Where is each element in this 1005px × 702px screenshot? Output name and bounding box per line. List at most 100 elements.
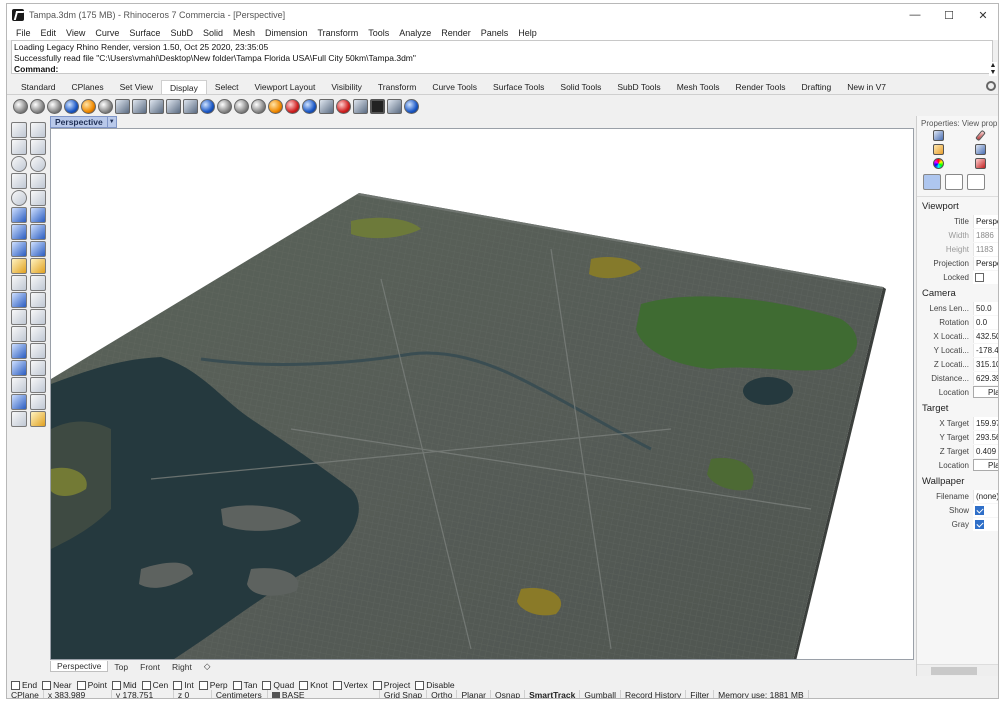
light-icon[interactable] [268, 98, 283, 114]
osnap-project[interactable]: Project [372, 680, 410, 690]
y-location-field[interactable]: -178.48 [973, 343, 998, 357]
trim-icon[interactable] [11, 275, 27, 291]
tab-surface-tools[interactable]: Surface Tools [485, 80, 552, 94]
osnap-tan[interactable]: Tan [232, 680, 257, 690]
folder-icon[interactable] [933, 144, 944, 155]
panel-horizontal-scrollbar[interactable] [917, 664, 998, 676]
zebra-icon[interactable] [285, 98, 300, 114]
tab-render-tools[interactable]: Render Tools [728, 80, 794, 94]
clipping-icon[interactable] [319, 98, 334, 114]
analyze-icon[interactable] [11, 394, 27, 410]
layer-icon[interactable] [11, 411, 27, 427]
menu-help[interactable]: Help [513, 28, 542, 38]
tab-standard[interactable]: Standard [13, 80, 64, 94]
pen-properties-icon[interactable] [975, 129, 986, 142]
polyline-icon[interactable] [11, 139, 27, 155]
monochrome-icon[interactable] [183, 98, 198, 114]
circle-icon[interactable] [11, 156, 27, 172]
menu-transform[interactable]: Transform [313, 28, 364, 38]
add-viewport-tab-icon[interactable]: ◇ [198, 661, 217, 672]
curvature-icon[interactable] [251, 98, 266, 114]
vp-tab-front[interactable]: Front [134, 662, 166, 672]
tab-transform[interactable]: Transform [370, 80, 424, 94]
tab-mesh-tools[interactable]: Mesh Tools [669, 80, 728, 94]
menu-analyze[interactable]: Analyze [394, 28, 436, 38]
vp-tab-perspective[interactable]: Perspective [50, 661, 109, 672]
menu-solid[interactable]: Solid [198, 28, 228, 38]
viewport-title[interactable]: Perspective ▼ [50, 116, 117, 128]
x-target-field[interactable]: 159.977 [973, 416, 998, 430]
scale-icon[interactable] [30, 326, 46, 342]
tab-cplanes[interactable]: CPlanes [64, 80, 112, 94]
group-icon[interactable] [11, 343, 27, 359]
named-views-icon[interactable] [945, 174, 963, 190]
block-icon[interactable] [11, 360, 27, 376]
viewport-name[interactable]: Perspective [50, 116, 108, 128]
render-tool-icon[interactable] [30, 411, 46, 427]
hatch-icon[interactable] [30, 360, 46, 376]
wireframe-icon[interactable] [13, 98, 28, 114]
menu-subd[interactable]: SubD [165, 28, 198, 38]
surface-icon[interactable] [11, 207, 27, 223]
checkbox-icon[interactable] [232, 680, 242, 690]
checkbox-icon[interactable] [262, 680, 272, 690]
curve-icon[interactable] [30, 139, 46, 155]
osnap-near[interactable]: Near [42, 680, 72, 690]
status-grid-snap[interactable]: Grid Snap [380, 690, 428, 698]
tab-drafting[interactable]: Drafting [793, 80, 839, 94]
tab-subd-tools[interactable]: SubD Tools [609, 80, 668, 94]
polygon-icon[interactable] [11, 190, 27, 206]
camera-icon[interactable] [923, 174, 941, 190]
checkbox-icon[interactable] [299, 680, 309, 690]
rebuild-icon[interactable] [30, 309, 46, 325]
split-icon[interactable] [30, 275, 46, 291]
checkbox-icon[interactable] [332, 680, 342, 690]
osnap-vertex[interactable]: Vertex [332, 680, 368, 690]
box-icon[interactable] [11, 224, 27, 240]
tab-set-view[interactable]: Set View [112, 80, 161, 94]
command-prompt[interactable]: Command: [14, 64, 990, 75]
boolean-icon[interactable] [11, 292, 27, 308]
status-osnap[interactable]: Osnap [491, 690, 526, 698]
rectangle-icon[interactable] [30, 173, 46, 189]
camera-place-button[interactable]: Place [973, 386, 998, 398]
y-target-field[interactable]: 293.562 [973, 430, 998, 444]
maximize-button[interactable]: ☐ [932, 4, 966, 26]
osnap-perp[interactable]: Perp [198, 680, 228, 690]
checkbox-icon[interactable] [372, 680, 382, 690]
checkmark-icon[interactable] [30, 394, 46, 410]
filename-field[interactable]: (none) [973, 489, 998, 503]
mesh-icon[interactable] [30, 241, 46, 257]
status-cplane[interactable]: CPlane [7, 690, 44, 698]
menu-dimension[interactable]: Dimension [260, 28, 313, 38]
projection-field[interactable]: Perspective [973, 256, 998, 270]
viewport-menu-arrow-icon[interactable]: ▼ [107, 116, 117, 128]
close-button[interactable]: ✕ [966, 4, 998, 26]
menu-render[interactable]: Render [436, 28, 476, 38]
checkbox-icon[interactable] [415, 680, 425, 690]
light-tool-icon[interactable] [11, 258, 27, 274]
command-history[interactable]: Loading Legacy Rhino Render, version 1.5… [11, 40, 993, 74]
ghosted-icon[interactable] [64, 98, 79, 114]
checkbox-icon[interactable] [42, 680, 52, 690]
loft-icon[interactable] [30, 207, 46, 223]
z-location-field[interactable]: 315.108 [973, 357, 998, 371]
toggle-shade-icon[interactable] [234, 98, 249, 114]
tab-solid-tools[interactable]: Solid Tools [552, 80, 609, 94]
tab-viewport-layout[interactable]: Viewport Layout [247, 80, 324, 94]
menu-edit[interactable]: Edit [36, 28, 62, 38]
checkbox-icon[interactable] [198, 680, 208, 690]
material-icon[interactable] [975, 158, 986, 169]
menu-panels[interactable]: Panels [476, 28, 514, 38]
explode-icon[interactable] [30, 258, 46, 274]
point-icon[interactable] [30, 122, 46, 138]
fillet-icon[interactable] [30, 190, 46, 206]
perspective-viewport[interactable] [50, 128, 914, 660]
sphere-icon[interactable] [30, 224, 46, 240]
vp-tab-right[interactable]: Right [166, 662, 198, 672]
menu-tools[interactable]: Tools [363, 28, 394, 38]
locked-checkbox[interactable] [975, 272, 984, 282]
checkbox-icon[interactable] [173, 680, 183, 690]
z-target-field[interactable]: 0.409 [973, 444, 998, 458]
menu-curve[interactable]: Curve [90, 28, 124, 38]
